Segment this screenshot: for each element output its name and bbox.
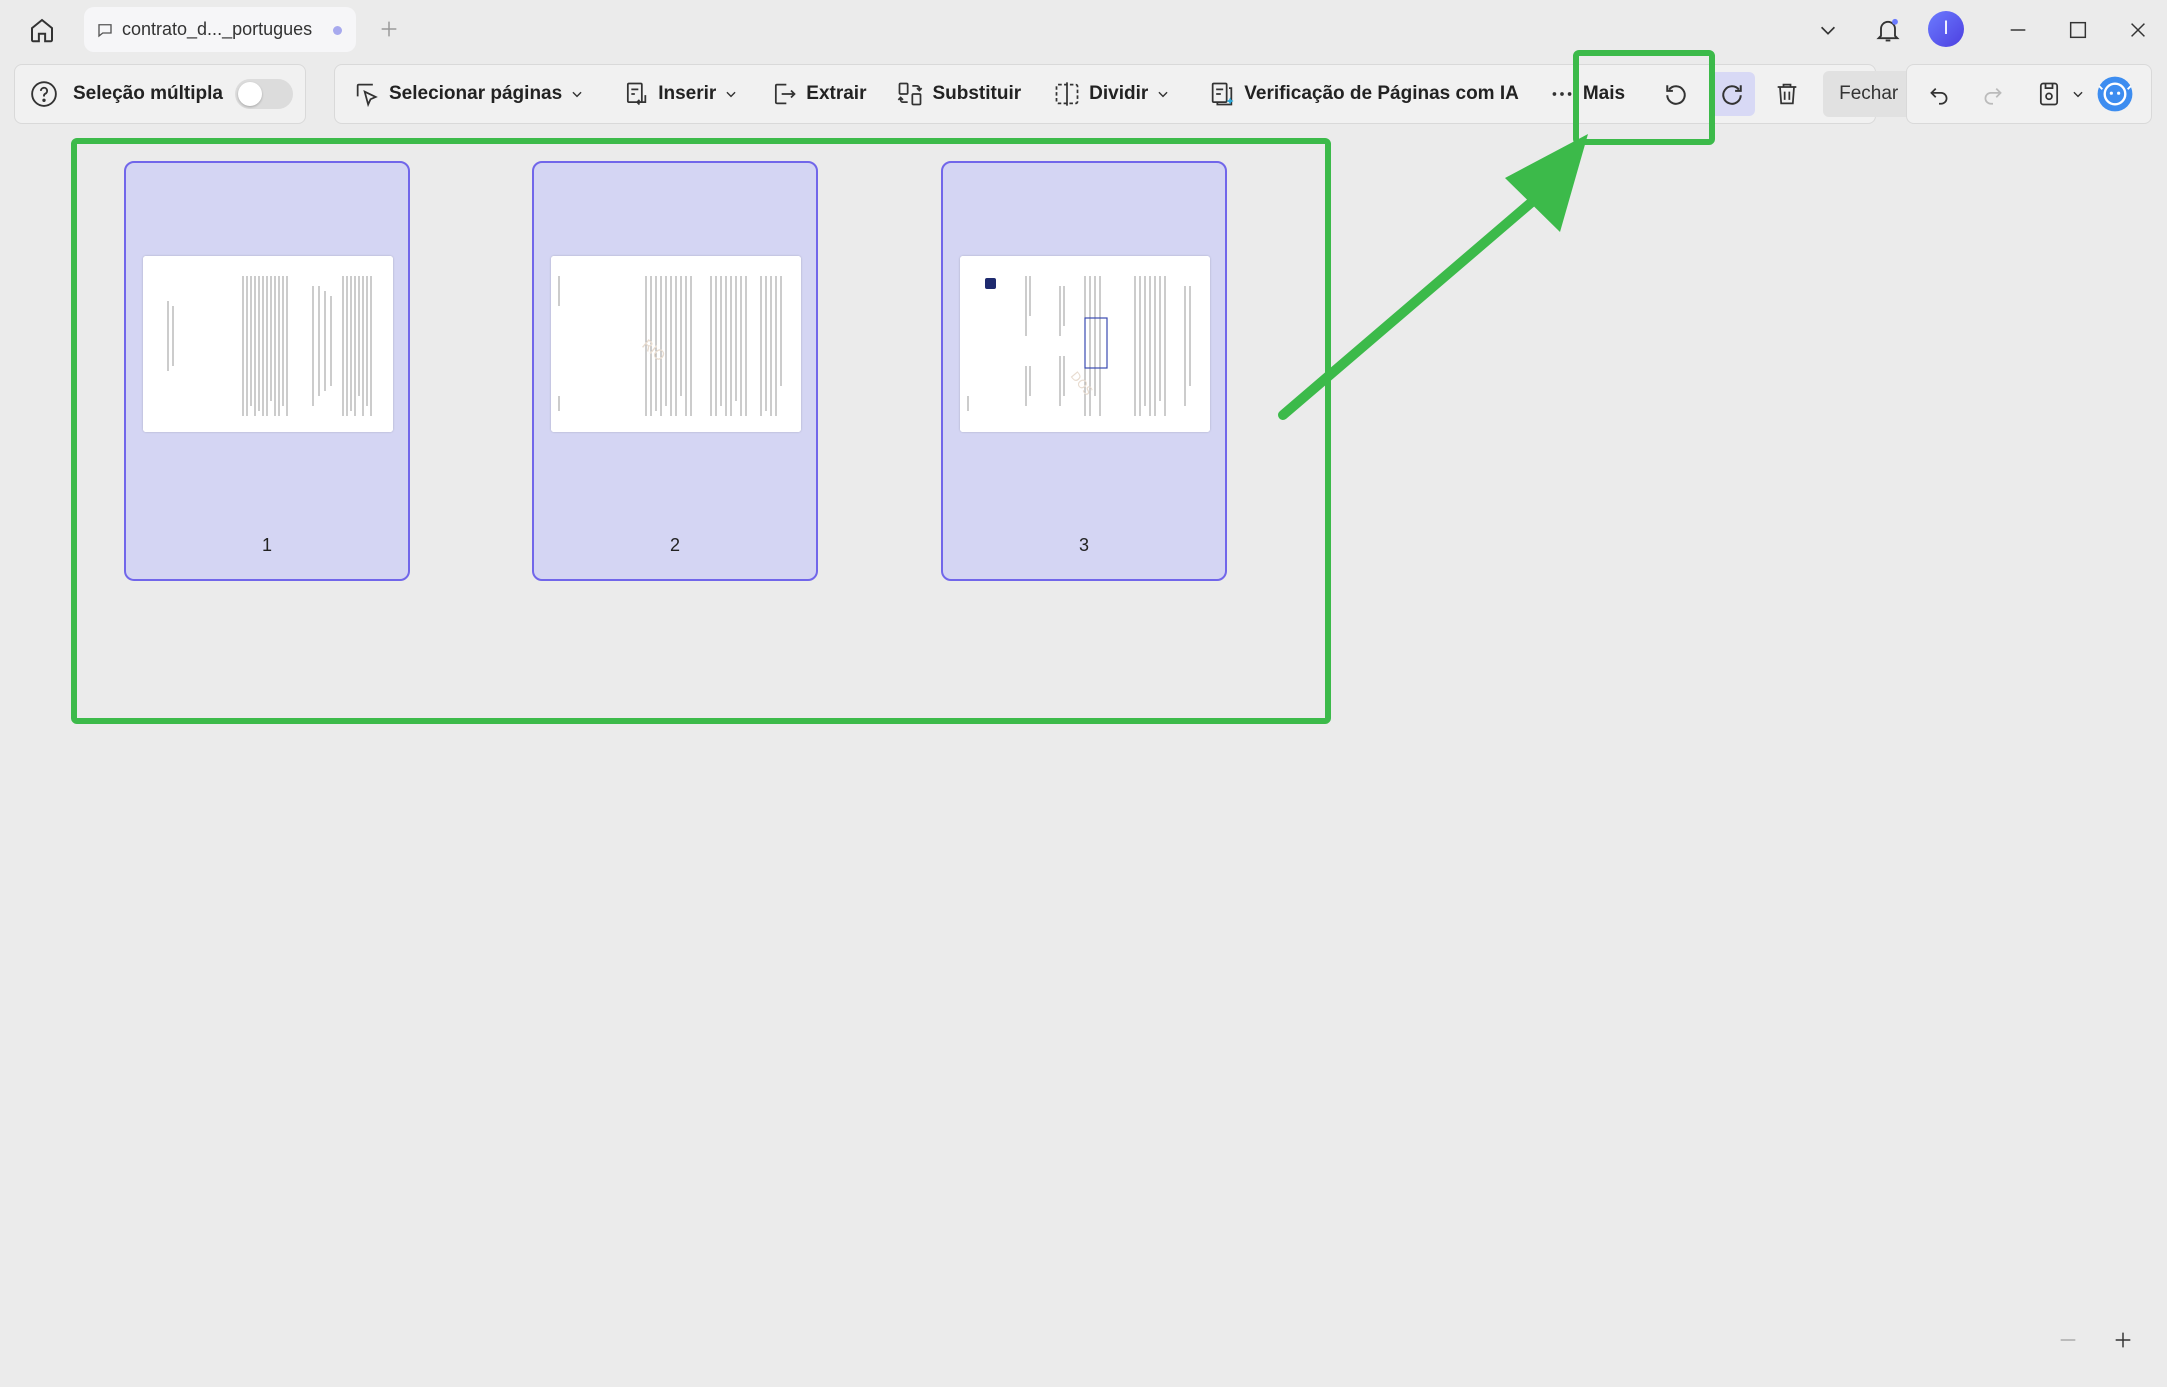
minimize-icon — [2010, 29, 2026, 31]
more-button[interactable]: Mais — [1541, 72, 1633, 116]
unsaved-dot — [333, 26, 342, 35]
document-tab[interactable]: contrato_d..._portugues — [84, 7, 356, 52]
tabs-dropdown-button[interactable] — [1808, 10, 1848, 50]
maximize-icon — [2069, 21, 2087, 39]
delete-page-button[interactable] — [1765, 72, 1809, 116]
avatar[interactable]: I — [1928, 11, 1964, 47]
title-bar: contrato_d..._portugues I — [0, 0, 2167, 60]
redo-icon — [1984, 87, 2002, 105]
multi-select-toggle[interactable] — [234, 79, 293, 109]
ai-check-label: Verificação de Páginas com IA — [1244, 83, 1519, 104]
bell-icon — [1876, 18, 1900, 42]
notifications-button[interactable] — [1868, 10, 1908, 50]
extract-icon — [775, 83, 797, 105]
plus-icon — [2115, 1332, 2131, 1348]
chevron-down-icon — [726, 91, 736, 98]
close-button[interactable]: Fechar — [1823, 71, 1915, 117]
close-window-button[interactable] — [2118, 10, 2158, 50]
toggle-knob — [237, 82, 262, 106]
ai-page-check-button[interactable]: Verificação de Páginas com IA — [1200, 72, 1527, 116]
select-pages-button[interactable]: Selecionar páginas — [345, 72, 592, 116]
insert-label: Inserir — [658, 83, 717, 104]
select-pages-label: Selecionar páginas — [389, 83, 563, 104]
page-preview — [143, 256, 393, 432]
rotate-right-icon — [1722, 85, 1742, 105]
page-preview: DOS — [960, 256, 1210, 432]
page-tools-toolbar: Selecionar páginas Inserir Extrair Subst… — [334, 64, 1915, 124]
minus-icon — [2060, 1339, 2076, 1341]
trash-icon — [1777, 83, 1797, 105]
multi-select-label: Seleção múltipla — [73, 83, 223, 104]
insert-button[interactable]: Inserir — [614, 72, 746, 116]
more-icon — [1552, 92, 1572, 96]
help-button[interactable] — [15, 72, 59, 116]
ai-check-icon — [1212, 82, 1234, 106]
chevron-down-icon — [572, 91, 582, 98]
undo-icon — [1930, 87, 1948, 105]
replace-button[interactable]: Substituir — [888, 72, 1029, 116]
save-button[interactable] — [2031, 72, 2089, 116]
rotate-left-button[interactable] — [1653, 72, 1699, 116]
page-preview: RIO — [551, 256, 801, 432]
zoom-out-button[interactable] — [2050, 1322, 2086, 1358]
extract-label: Extrair — [806, 83, 867, 104]
split-icon — [1055, 82, 1079, 106]
comment-icon — [96, 20, 116, 40]
chevron-down-icon — [1158, 91, 1168, 98]
rotate-left-icon — [1666, 85, 1686, 105]
history-save-group — [1906, 64, 2152, 124]
page-thumbnail-3[interactable]: DOS 3 — [941, 161, 1227, 581]
home-icon — [31, 18, 53, 43]
page-number: 1 — [261, 535, 272, 555]
maximize-button[interactable] — [2058, 10, 2098, 50]
new-tab-button[interactable] — [372, 12, 406, 46]
split-button[interactable]: Dividir — [1045, 72, 1178, 116]
page-thumbnail-2[interactable]: RIO 2 — [532, 161, 818, 581]
rotate-right-button[interactable] — [1709, 72, 1756, 116]
chevron-down-icon — [2073, 91, 2083, 98]
split-label: Dividir — [1089, 83, 1149, 104]
replace-label: Substituir — [932, 83, 1022, 104]
close-icon — [2131, 23, 2145, 37]
more-label: Mais — [1582, 83, 1626, 104]
minimize-button[interactable] — [1998, 10, 2038, 50]
tab-title: contrato_d..._portugues — [122, 19, 313, 39]
ai-assistant-icon — [2097, 76, 2133, 112]
page-number: 2 — [669, 535, 680, 555]
plus-icon — [381, 21, 397, 37]
chevron-down-icon — [1820, 26, 1836, 35]
page-number: 3 — [1078, 535, 1089, 555]
extract-button[interactable]: Extrair — [762, 72, 874, 116]
save-icon — [2039, 82, 2059, 106]
replace-icon — [898, 82, 923, 106]
help-icon — [31, 81, 57, 107]
zoom-in-button[interactable] — [2105, 1322, 2141, 1358]
ai-assistant-button[interactable] — [2093, 72, 2137, 116]
page-thumbnail-1[interactable]: 1 — [124, 161, 410, 581]
home-button[interactable] — [22, 10, 62, 50]
redo-button[interactable] — [1971, 72, 2015, 116]
multi-select-group: Seleção múltipla — [14, 64, 306, 124]
insert-page-icon — [627, 82, 647, 106]
undo-button[interactable] — [1917, 72, 1961, 116]
cursor-select-icon — [356, 83, 378, 108]
